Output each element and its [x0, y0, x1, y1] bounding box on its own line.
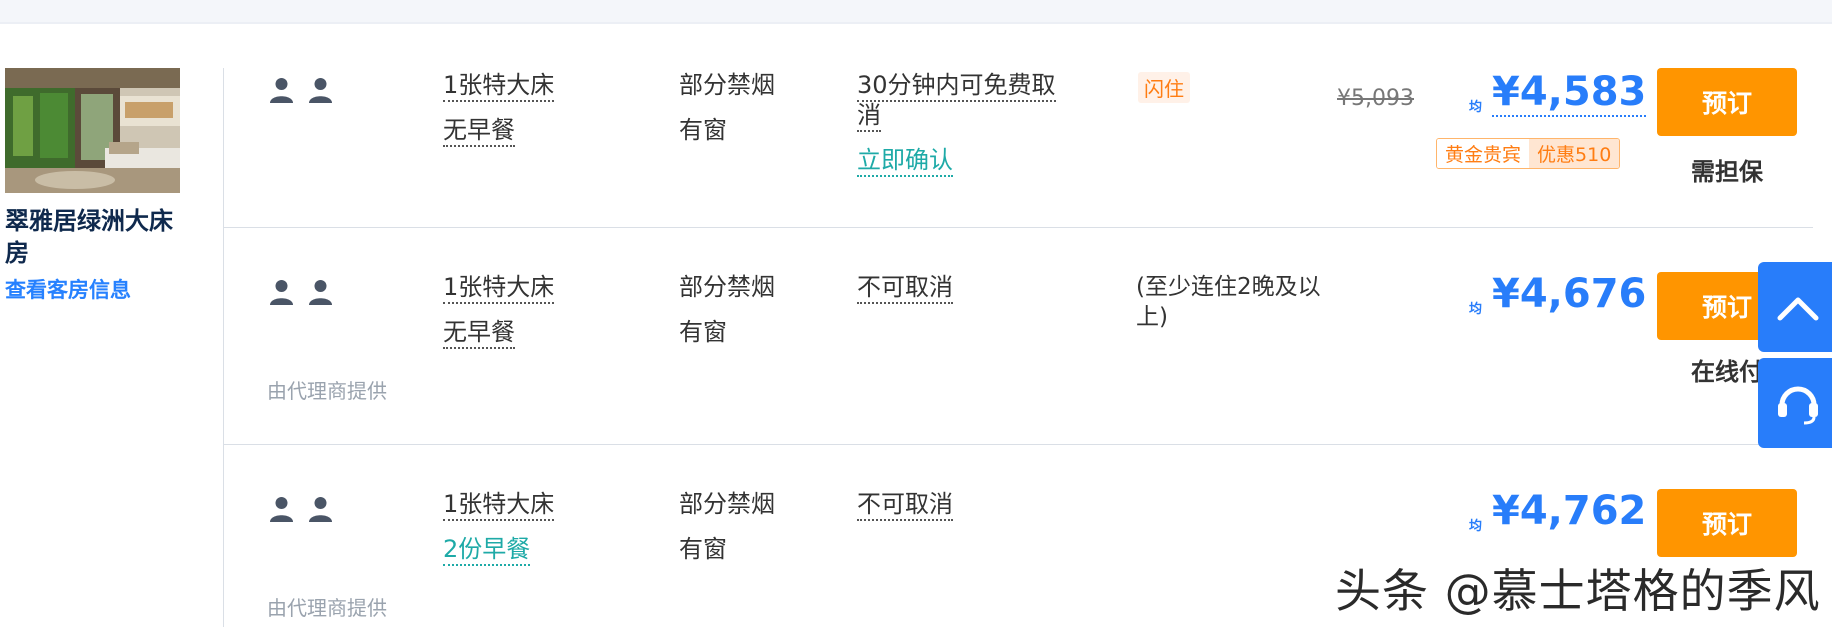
meal-plan[interactable]: 2份早餐 — [443, 534, 531, 566]
rate-row-2: 由代理商提供 1张特大床 无早餐 部分禁烟 有窗 不可取消 (至少连住2晚及以上… — [224, 270, 1832, 444]
person-icon — [309, 280, 332, 305]
chevron-up-icon — [1777, 297, 1819, 321]
cancel-policy[interactable]: 不可取消 — [857, 489, 953, 521]
room-info-link[interactable]: 查看客房信息 — [5, 274, 131, 304]
customer-service-button[interactable] — [1758, 358, 1832, 448]
bed-type[interactable]: 1张特大床 — [443, 489, 555, 521]
book-button[interactable]: 预订 — [1657, 489, 1797, 557]
window-info: 有窗 — [679, 116, 727, 144]
smoking-policy: 部分禁烟 — [679, 490, 775, 518]
book-button[interactable]: 预订 — [1657, 68, 1797, 136]
smoking-policy: 部分禁烟 — [679, 71, 775, 99]
cancel-policy[interactable]: 30分钟内可免费取消 — [857, 70, 1067, 132]
person-icon — [270, 497, 293, 522]
bed-type[interactable]: 1张特大床 — [443, 272, 555, 304]
guest-capacity — [269, 77, 333, 103]
window-info: 有窗 — [679, 318, 727, 346]
window-info: 有窗 — [679, 535, 727, 563]
cancel-policy[interactable]: 不可取消 — [857, 272, 953, 304]
person-icon — [270, 78, 293, 103]
avg-label: 均 — [1469, 302, 1483, 317]
agent-provider: 由代理商提供 — [267, 379, 387, 403]
guest-capacity — [269, 496, 333, 522]
back-to-top-button[interactable] — [1758, 262, 1832, 352]
price[interactable]: ¥4,676 — [1492, 270, 1646, 318]
rate-row-1: 1张特大床 无早餐 部分禁烟 有窗 30分钟内可免费取消 立即确认 闪住 ¥5,… — [224, 68, 1832, 227]
person-icon — [309, 78, 332, 103]
price[interactable]: ¥4,583 — [1492, 68, 1647, 117]
avg-label: 均 — [1469, 519, 1483, 534]
flash-stay-tag: 闪住 — [1138, 72, 1190, 103]
headset-icon — [1778, 386, 1818, 425]
confirm-type[interactable]: 立即确认 — [857, 145, 953, 177]
price[interactable]: ¥4,762 — [1492, 487, 1646, 535]
payment-note: 需担保 — [1691, 158, 1763, 186]
original-price: ¥5,093 — [1337, 86, 1414, 111]
meal-plan[interactable]: 无早餐 — [443, 317, 515, 349]
meal-plan[interactable]: 无早餐 — [443, 115, 515, 147]
person-icon — [309, 497, 332, 522]
avg-label: 均 — [1469, 100, 1483, 115]
agent-provider: 由代理商提供 — [267, 596, 387, 620]
smoking-policy: 部分禁烟 — [679, 273, 775, 301]
person-icon — [270, 280, 293, 305]
room-name: 翠雅居绿洲大床房 — [5, 207, 173, 267]
member-discount-badge: 黄金贵宾 优惠510 — [1436, 138, 1621, 169]
guest-capacity — [269, 279, 333, 305]
row-divider — [223, 444, 1813, 445]
min-stay-note: (至少连住2晚及以上) — [1136, 274, 1321, 330]
top-band — [0, 0, 1832, 24]
room-photo[interactable] — [5, 68, 180, 193]
bed-type[interactable]: 1张特大床 — [443, 70, 555, 102]
watermark: 头条 @慕士塔格的季风 — [1335, 564, 1821, 618]
row-divider — [223, 227, 1813, 228]
